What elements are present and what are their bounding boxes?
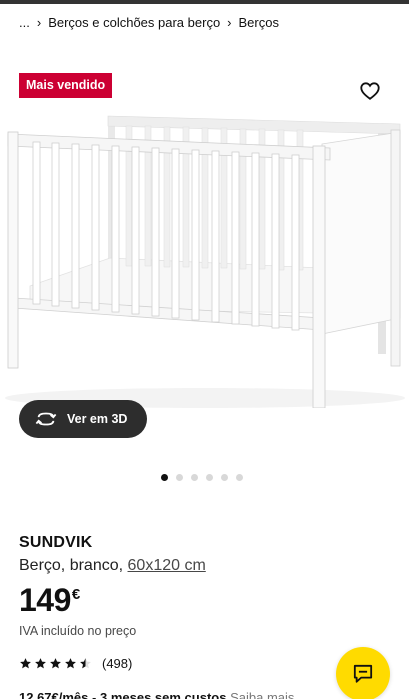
financing-more-link[interactable]: Saiba mais <box>230 690 294 699</box>
gallery-pagination <box>161 474 243 481</box>
breadcrumb-ellipsis[interactable]: ... <box>19 14 30 32</box>
price-value: 149 <box>19 582 71 618</box>
chat-icon <box>353 664 373 683</box>
gallery-dot[interactable] <box>161 474 168 481</box>
breadcrumb: ... › Berços e colchões para berço › Ber… <box>19 14 279 32</box>
chevron-right-icon: › <box>227 15 232 30</box>
vat-note: IVA incluído no preço <box>19 624 137 638</box>
product-description: Berço, branco, 60x120 cm <box>19 557 206 575</box>
product-rating[interactable]: (498) <box>19 656 132 671</box>
financing-terms: 3 meses sem custos <box>99 690 227 699</box>
breadcrumb-item-bercos[interactable]: Berços <box>239 14 279 32</box>
product-size-link[interactable]: 60x120 cm <box>128 557 206 574</box>
chat-button[interactable] <box>336 647 390 699</box>
product-type: Berço, branco, <box>19 557 124 574</box>
star-icon <box>35 658 46 669</box>
top-bar <box>0 0 409 4</box>
star-icon <box>80 658 91 669</box>
view-in-3d-button[interactable]: Ver em 3D <box>19 400 147 438</box>
breadcrumb-item-berco-colchoes[interactable]: Berços e colchões para berço <box>48 14 220 32</box>
product-image-crib[interactable] <box>0 108 409 408</box>
rating-stars <box>19 657 92 670</box>
gallery-dot[interactable] <box>206 474 213 481</box>
star-icon <box>50 658 61 669</box>
financing-separator: - <box>92 690 100 699</box>
gallery-dot[interactable] <box>176 474 183 481</box>
product-price: 149 € <box>19 581 80 619</box>
rotate-3d-icon <box>35 412 57 426</box>
financing-amount: 12,67€/mês <box>19 690 89 699</box>
gallery-dot[interactable] <box>191 474 198 481</box>
product-name: SUNDVIK <box>19 534 93 551</box>
bestseller-badge: Mais vendido <box>19 73 113 98</box>
price-currency: € <box>71 586 81 603</box>
gallery-dot[interactable] <box>236 474 243 481</box>
chevron-right-icon: › <box>36 15 42 30</box>
rating-count: (498) <box>102 656 133 671</box>
star-icon <box>65 658 76 669</box>
financing-info: 12,67€/mês - 3 meses sem custos Saiba ma… <box>19 690 294 699</box>
view-in-3d-label: Ver em 3D <box>67 412 128 426</box>
gallery-dot[interactable] <box>221 474 228 481</box>
star-icon <box>20 658 31 669</box>
heart-outline-icon[interactable] <box>359 80 381 102</box>
